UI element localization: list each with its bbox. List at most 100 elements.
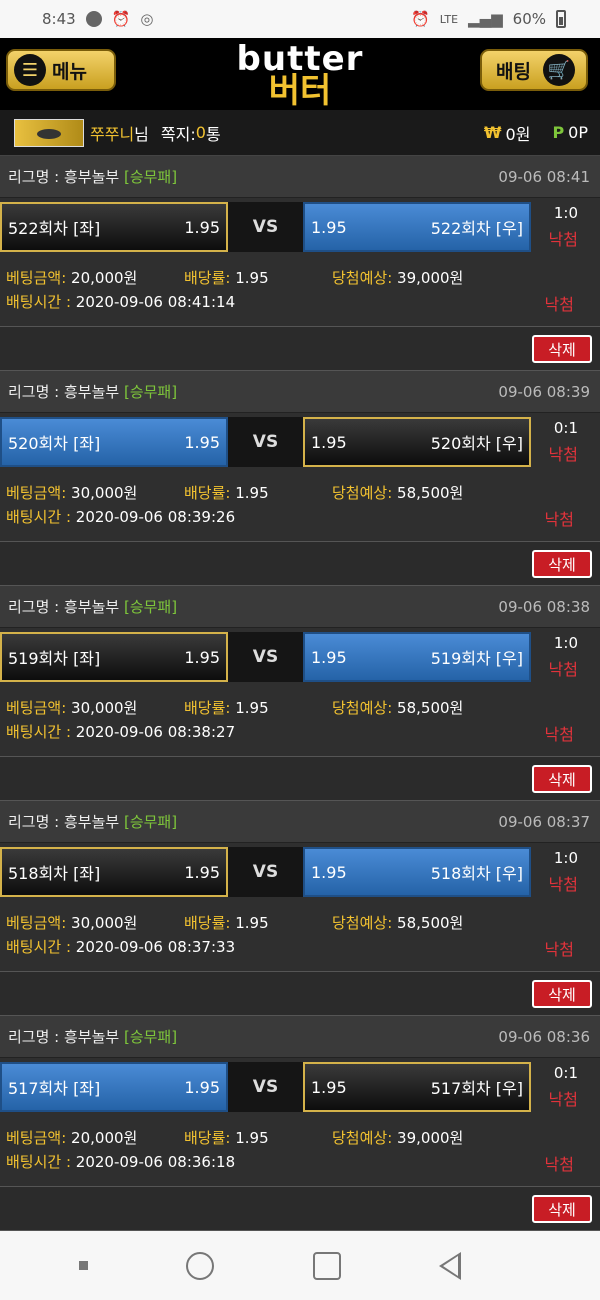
mail-label[interactable]: 쪽지: [161, 121, 196, 145]
battery-icon [556, 10, 566, 28]
vs-label: VS [228, 1062, 303, 1112]
home-icon[interactable] [186, 1251, 215, 1280]
match-time: 09-06 08:37 [498, 812, 590, 831]
right-team-option[interactable]: 1.95 517회차 [우] [303, 1062, 531, 1112]
bet-amount: 20,000원 [71, 269, 138, 287]
bet-odds: 1.95 [235, 269, 269, 287]
match-score: 0:1 [553, 1064, 578, 1082]
delete-button[interactable]: 삭제 [532, 980, 592, 1008]
bet-time-label: 배팅시간 : [6, 1153, 76, 1171]
right-team-option[interactable]: 1.95 519회차 [우] [303, 632, 531, 682]
user-name: 쭈쭈니 [90, 124, 135, 144]
league-name: 흥부놀부 [64, 813, 120, 831]
delete-button[interactable]: 삭제 [532, 765, 592, 793]
bet-time: 2020-09-06 08:37:33 [75, 938, 236, 956]
point-icon: P [552, 123, 565, 142]
odds-label: 배당률: [184, 269, 231, 287]
bet-amount: 30,000원 [71, 699, 138, 717]
user-suffix: 님 [134, 124, 149, 144]
league-row: 리그명 : 흥부놀부 [승무패] 09-06 08:38 [0, 586, 600, 628]
alarm-icon: ⏰ [411, 10, 430, 28]
league-name: 흥부놀부 [64, 383, 120, 401]
bet-odds: 1.95 [235, 699, 269, 717]
match-result: 낙첨 [548, 1090, 578, 1109]
overview-icon[interactable] [312, 1251, 341, 1280]
betting-cart-button[interactable]: 배팅 🛒 [480, 49, 588, 91]
bet-detail: 베팅금액: 20,000원 배당률: 1.95 당첨예상: 39,000원 배팅… [0, 259, 600, 327]
bet-detail: 베팅금액: 30,000원 배당률: 1.95 당첨예상: 58,500원 배팅… [0, 474, 600, 542]
match-time: 09-06 08:38 [498, 597, 590, 616]
amount-label: 베팅금액: [6, 1129, 67, 1147]
bet-card: 리그명 : 흥부놀부 [승무패] 09-06 08:39 520회차 [좌] 1… [0, 371, 600, 586]
match-score: 1:0 [553, 204, 578, 222]
delete-button[interactable]: 삭제 [532, 550, 592, 578]
league-row: 리그명 : 흥부놀부 [승무패] 09-06 08:36 [0, 1016, 600, 1058]
left-team-option[interactable]: 522회차 [좌] 1.95 [0, 202, 228, 252]
delete-button[interactable]: 삭제 [532, 1195, 592, 1223]
league-prefix: 리그명 : [8, 813, 64, 831]
league-name: 흥부놀부 [64, 1028, 120, 1046]
android-nav-bar [0, 1231, 600, 1300]
amount-label: 베팅금액: [6, 914, 67, 932]
left-team-option[interactable]: 520회차 [좌] 1.95 [0, 417, 228, 467]
bet-status: 낙첨 [544, 725, 574, 744]
action-row: 삭제 [0, 972, 600, 1016]
right-team-option[interactable]: 1.95 520회차 [우] [303, 417, 531, 467]
notification-icon [85, 11, 102, 27]
bet-label: 배팅 [496, 60, 531, 83]
match-time: 09-06 08:41 [498, 167, 590, 186]
right-team-odds: 1.95 [311, 862, 347, 882]
user-bar: 쭈쭈니 님 쪽지: 0 통 ₩ 0원 P 0P [0, 110, 600, 156]
action-row: 삭제 [0, 1187, 600, 1231]
bet-time-label: 배팅시간 : [6, 293, 76, 311]
match-row: 519회차 [좌] 1.95 VS 1.95 519회차 [우] 1:0 낙첨 [0, 628, 600, 689]
bet-amount: 30,000원 [71, 914, 138, 932]
left-team-option[interactable]: 519회차 [좌] 1.95 [0, 632, 228, 682]
bet-time-label: 배팅시간 : [6, 723, 76, 741]
right-team-option[interactable]: 1.95 522회차 [우] [303, 202, 531, 252]
match-row: 522회차 [좌] 1.95 VS 1.95 522회차 [우] 1:0 낙첨 [0, 198, 600, 259]
right-team-name: 518회차 [우] [430, 864, 523, 883]
right-team-name: 519회차 [우] [430, 649, 523, 668]
left-team-odds: 1.95 [184, 862, 220, 882]
bet-card: 리그명 : 흥부놀부 [승무패] 09-06 08:41 522회차 [좌] 1… [0, 156, 600, 371]
action-row: 삭제 [0, 542, 600, 586]
left-team-option[interactable]: 518회차 [좌] 1.95 [0, 847, 228, 897]
bet-card: 리그명 : 흥부놀부 [승무패] 09-06 08:37 518회차 [좌] 1… [0, 801, 600, 1016]
right-team-name: 520회차 [우] [430, 434, 523, 453]
bet-status: 낙첨 [544, 940, 574, 959]
estimated-win: 58,500원 [397, 699, 464, 717]
left-team-odds: 1.95 [184, 432, 220, 452]
match-row: 520회차 [좌] 1.95 VS 1.95 520회차 [우] 0:1 낙첨 [0, 413, 600, 474]
estimate-label: 당첨예상: [332, 1129, 393, 1147]
match-result: 낙첨 [548, 445, 578, 464]
bet-category: [승무패] [123, 168, 178, 186]
right-team-option[interactable]: 1.95 518회차 [우] [303, 847, 531, 897]
right-team-name: 517회차 [우] [430, 1079, 523, 1098]
bet-status: 낙첨 [544, 1155, 574, 1174]
vs-label: VS [228, 847, 303, 897]
point-balance: 0P [568, 123, 588, 142]
right-team-odds: 1.95 [311, 217, 347, 237]
recent-apps-dot-icon[interactable] [79, 1261, 89, 1270]
bet-time-label: 배팅시간 : [6, 508, 76, 526]
league-name: 흥부놀부 [64, 598, 120, 616]
match-result: 낙첨 [548, 230, 578, 249]
match-time: 09-06 08:36 [498, 1027, 590, 1046]
bet-time: 2020-09-06 08:38:27 [75, 723, 236, 741]
estimate-label: 당첨예상: [332, 914, 393, 932]
delete-button[interactable]: 삭제 [532, 335, 592, 363]
clock: 8:43 [42, 10, 76, 28]
right-team-name: 522회차 [우] [430, 219, 523, 238]
back-icon[interactable] [438, 1251, 461, 1280]
odds-label: 배당률: [184, 699, 231, 717]
bet-time: 2020-09-06 08:39:26 [75, 508, 236, 526]
right-team-odds: 1.95 [311, 432, 347, 452]
bet-status: 낙첨 [544, 295, 574, 314]
left-team-option[interactable]: 517회차 [좌] 1.95 [0, 1062, 228, 1112]
match-score: 0:1 [553, 419, 578, 437]
battery-label: 60% [512, 10, 546, 28]
amount-label: 베팅금액: [6, 484, 67, 502]
app-header: ☰ 메뉴 butter 버터 배팅 🛒 [0, 38, 600, 110]
left-team-name: 522회차 [좌] [8, 219, 101, 238]
